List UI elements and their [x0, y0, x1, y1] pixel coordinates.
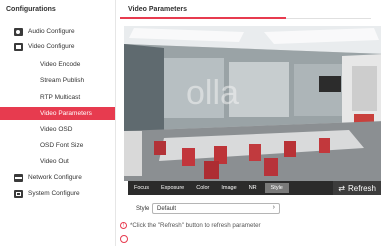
sidebar-item-label: System Configure — [28, 190, 80, 197]
style-select[interactable]: Default › — [152, 203, 280, 214]
sidebar-item-rtp-multicast[interactable]: RTP Multicast — [0, 91, 115, 104]
sidebar-item-label: RTP Multicast — [40, 94, 81, 101]
info-icon: ! — [120, 222, 127, 229]
refresh-label: Refresh — [347, 183, 376, 193]
main-panel: Video Parameters olla Focus Exposure Col… — [116, 0, 381, 246]
parameter-toolbar: Focus Exposure Color Image NR Style ⇄ Re… — [128, 181, 381, 195]
system-icon — [14, 189, 23, 198]
sidebar-item-system-configure[interactable]: System Configure — [0, 187, 115, 200]
tab-style[interactable]: Style — [264, 183, 289, 193]
sidebar-item-label: Network Configure — [28, 174, 82, 181]
sidebar-item-network-configure[interactable]: Network Configure — [0, 171, 115, 184]
chevron-down-icon: › — [272, 204, 275, 211]
tab-exposure[interactable]: Exposure — [155, 181, 190, 195]
sidebar-item-label: Video Encode — [40, 61, 81, 68]
sidebar-item-video-parameters[interactable]: Video Parameters — [0, 107, 115, 120]
sidebar-item-label: Video OSD — [40, 126, 73, 133]
tab-color[interactable]: Color — [190, 181, 215, 195]
sidebar-item-label: Video Configure — [28, 43, 75, 50]
sidebar-item-osd-font-size[interactable]: OSD Font Size — [0, 139, 115, 152]
title-divider — [286, 18, 371, 19]
video-preview-image: olla — [124, 26, 381, 181]
refresh-note: ! *Click the "Refresh" button to refresh… — [120, 222, 261, 229]
sidebar-item-video-configure[interactable]: Video Configure — [0, 40, 115, 53]
sidebar-item-stream-publish[interactable]: Stream Publish — [0, 74, 115, 87]
style-label: Style — [136, 206, 150, 212]
tab-image[interactable]: Image — [215, 181, 242, 195]
refresh-icon: ⇄ — [338, 183, 345, 193]
page-title: Video Parameters — [128, 6, 188, 13]
sidebar-item-video-osd[interactable]: Video OSD — [0, 123, 115, 136]
sidebar-item-audio-configure[interactable]: Audio Configure — [0, 25, 115, 38]
refresh-note-text: *Click the "Refresh" button to refresh p… — [130, 222, 261, 229]
sidebar-item-label: Video Parameters — [40, 110, 92, 117]
info-icon — [120, 235, 128, 243]
video-preview[interactable]: olla — [124, 26, 381, 181]
sidebar: Configurations Audio Configure Video Con… — [0, 0, 116, 246]
sidebar-item-video-encode[interactable]: Video Encode — [0, 58, 115, 71]
tab-nr[interactable]: NR — [243, 181, 263, 195]
refresh-button[interactable]: ⇄ Refresh — [333, 181, 381, 195]
sidebar-title: Configurations — [6, 6, 56, 13]
sidebar-item-label: Audio Configure — [28, 28, 75, 35]
video-icon — [14, 42, 23, 51]
style-select-value: Default — [157, 205, 177, 212]
sidebar-item-label: Video Out — [40, 158, 69, 165]
svg-text:olla: olla — [186, 74, 239, 112]
tab-focus[interactable]: Focus — [128, 181, 155, 195]
network-icon — [14, 173, 23, 182]
title-underline — [120, 17, 286, 19]
sidebar-item-video-out[interactable]: Video Out — [0, 155, 115, 168]
sidebar-item-label: OSD Font Size — [40, 142, 84, 149]
audio-icon — [14, 27, 23, 36]
sidebar-item-label: Stream Publish — [40, 77, 85, 84]
